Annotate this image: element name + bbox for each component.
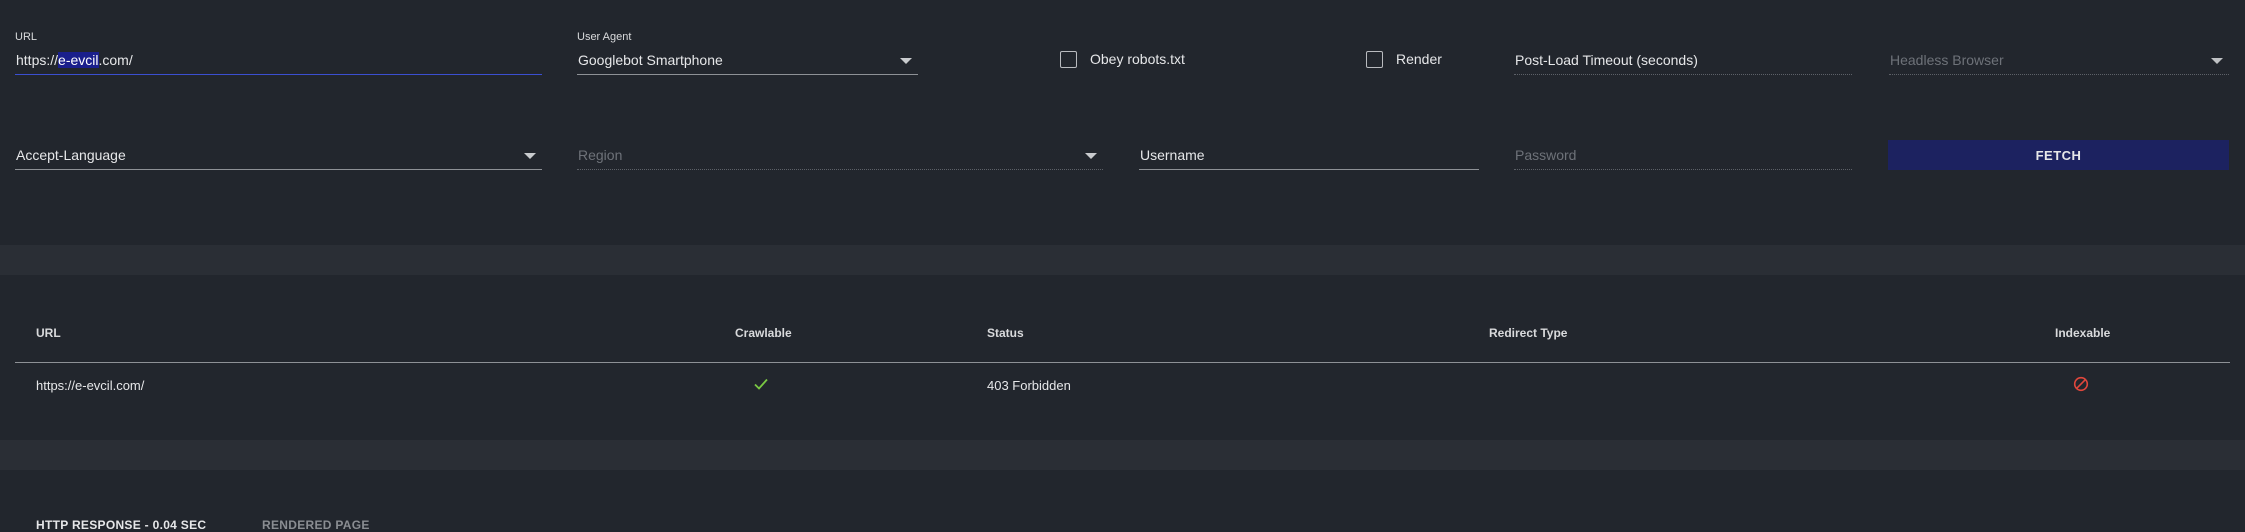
caret-down-icon — [1085, 153, 1097, 159]
cell-url: https://e-evcil.com/ — [36, 378, 145, 393]
table-row[interactable]: https://e-evcil.com/ 403 Forbidden — [15, 363, 2230, 418]
url-label: URL — [15, 31, 38, 43]
check-icon — [753, 376, 769, 397]
section-divider — [0, 245, 2245, 275]
column-header-indexable[interactable]: Indexable — [2055, 326, 2110, 340]
blocked-icon — [2073, 376, 2089, 397]
url-input-value[interactable]: https://e-evcil.com/ — [16, 52, 133, 68]
user-agent-label: User Agent — [577, 31, 632, 43]
accept-language-placeholder: Accept-Language — [16, 147, 126, 163]
column-header-status[interactable]: Status — [987, 326, 1024, 340]
column-header-redirect-type[interactable]: Redirect Type — [1489, 326, 1567, 340]
url-value-prefix: https:// — [16, 52, 59, 68]
render-label: Render — [1396, 51, 1442, 67]
url-field[interactable]: https://e-evcil.com/ — [15, 45, 542, 75]
region-select[interactable]: Region — [577, 140, 1103, 170]
post-load-timeout-field[interactable]: Post-Load Timeout (seconds) — [1514, 45, 1852, 75]
column-header-crawlable[interactable]: Crawlable — [735, 326, 792, 340]
username-placeholder: Username — [1140, 147, 1205, 163]
render-checkbox[interactable] — [1366, 51, 1383, 68]
caret-down-icon — [2211, 58, 2223, 64]
fetch-button[interactable]: FETCH — [1888, 140, 2229, 170]
username-field[interactable]: Username — [1139, 140, 1479, 170]
caret-down-icon — [524, 153, 536, 159]
cell-status: 403 Forbidden — [987, 378, 1071, 393]
results-table: URL Crawlable Status Redirect Type Index… — [15, 275, 2230, 440]
tab-http-response[interactable]: HTTP RESPONSE - 0.04 SEC — [36, 518, 206, 532]
obey-robots-label: Obey robots.txt — [1090, 51, 1185, 67]
post-load-timeout-placeholder: Post-Load Timeout (seconds) — [1515, 52, 1698, 68]
user-agent-select[interactable]: Googlebot Smartphone — [577, 45, 918, 75]
region-placeholder: Region — [578, 147, 623, 163]
accept-language-select[interactable]: Accept-Language — [15, 140, 542, 170]
headless-browser-placeholder: Headless Browser — [1890, 52, 2004, 68]
obey-robots-checkbox[interactable] — [1060, 51, 1077, 68]
column-header-url[interactable]: URL — [36, 326, 61, 340]
user-agent-value: Googlebot Smartphone — [578, 52, 723, 68]
password-field[interactable]: Password — [1514, 140, 1852, 170]
section-divider — [0, 440, 2245, 470]
tab-rendered-page[interactable]: RENDERED PAGE — [262, 518, 370, 532]
password-placeholder: Password — [1515, 147, 1577, 163]
headless-browser-select[interactable]: Headless Browser — [1889, 45, 2229, 75]
url-value-suffix: .com/ — [98, 52, 133, 68]
caret-down-icon — [900, 58, 912, 64]
url-value-selection: e-evcil — [58, 52, 99, 68]
